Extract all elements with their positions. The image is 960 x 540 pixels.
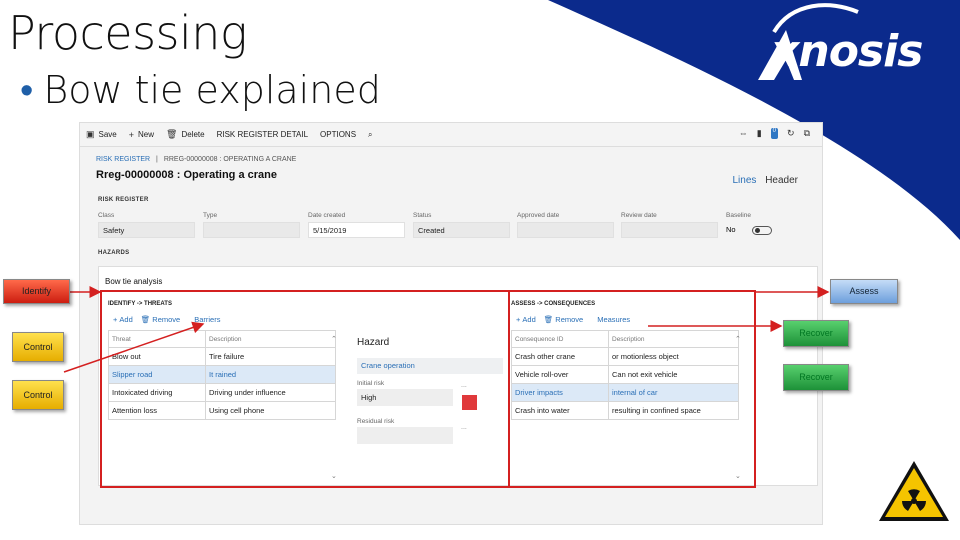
link-icon[interactable]: ⇔ xyxy=(739,128,748,139)
date-created-field: Date created 5/15/2019 xyxy=(308,212,405,238)
type-field: Type xyxy=(203,212,300,238)
recover-tag: Recover xyxy=(783,320,849,347)
breadcrumb-current: RREG-00000008 : OPERATING A CRANE xyxy=(163,156,297,163)
save-icon: ▣ xyxy=(86,129,95,139)
plus-icon: + xyxy=(128,129,135,140)
bowtie-title: Bow tie analysis xyxy=(105,277,163,286)
class-field: Class Safety xyxy=(98,212,195,238)
baseline-field: Baseline No xyxy=(726,212,806,235)
slide-bullet: • Bow tie explained xyxy=(20,68,381,113)
bullet-dot: • xyxy=(20,68,34,112)
recover-tag: Recover xyxy=(783,364,849,391)
date-created-input[interactable]: 5/15/2019 xyxy=(308,222,405,238)
lines-view-link[interactable]: Lines xyxy=(733,175,757,186)
delete-button[interactable]: 🗑 Delete xyxy=(166,129,205,140)
control-tag: Control xyxy=(12,380,64,410)
view-switch: Lines Header xyxy=(733,175,799,186)
breadcrumb-root[interactable]: RISK REGISTER xyxy=(96,156,150,163)
attachments-badge[interactable]: 0 xyxy=(770,128,779,139)
record-title: Rreg-00000008 : Operating a crane xyxy=(96,169,277,181)
hazards-section-label: HAZARDS xyxy=(98,250,130,256)
risk-register-section-label: RISK REGISTER xyxy=(98,197,149,203)
radiation-warning-icon xyxy=(879,461,949,521)
slide-title: Processing xyxy=(8,6,248,60)
identify-tag: Identify xyxy=(3,279,70,304)
review-date-field: Review date xyxy=(621,212,718,238)
class-input[interactable]: Safety xyxy=(98,222,195,238)
office-icon[interactable]: ▮ xyxy=(757,128,762,139)
baseline-value: No xyxy=(726,225,736,234)
control-tag: Control xyxy=(12,332,64,362)
status-input[interactable]: Created xyxy=(413,222,510,238)
refresh-icon[interactable]: ↻ xyxy=(787,128,795,139)
assess-tag: Assess xyxy=(830,279,898,304)
review-date-input[interactable] xyxy=(621,222,718,238)
search-icon[interactable]: ⌕ xyxy=(368,130,372,140)
approved-date-field: Approved date xyxy=(517,212,614,238)
approved-date-input[interactable] xyxy=(517,222,614,238)
assess-annotation-box xyxy=(508,290,756,488)
toolbar: ▣ Save + New 🗑 Delete RISK REGISTER DETAIL … xyxy=(80,123,822,147)
tab-options[interactable]: OPTIONS xyxy=(320,130,356,139)
type-input[interactable] xyxy=(203,222,300,238)
save-button[interactable]: ▣ Save xyxy=(86,129,117,140)
brand-logo-text: xnosis xyxy=(771,26,923,77)
breadcrumb-separator: | xyxy=(156,156,158,163)
trash-icon: 🗑 xyxy=(166,129,178,139)
baseline-toggle[interactable] xyxy=(751,225,772,235)
popout-icon[interactable]: ⧉ xyxy=(804,128,810,139)
status-field: Status Created xyxy=(413,212,510,238)
new-button[interactable]: + New xyxy=(129,130,154,140)
identify-annotation-box xyxy=(100,290,510,488)
tab-risk-register-detail[interactable]: RISK REGISTER DETAIL xyxy=(217,130,308,139)
slide-bullet-text: Bow tie explained xyxy=(43,68,381,112)
toolbar-right: ⇔ ▮ 0 ↻ ⧉ xyxy=(739,128,810,139)
breadcrumb: RISK REGISTER | RREG-00000008 : OPERATIN… xyxy=(96,156,296,163)
header-view-link[interactable]: Header xyxy=(765,175,798,186)
